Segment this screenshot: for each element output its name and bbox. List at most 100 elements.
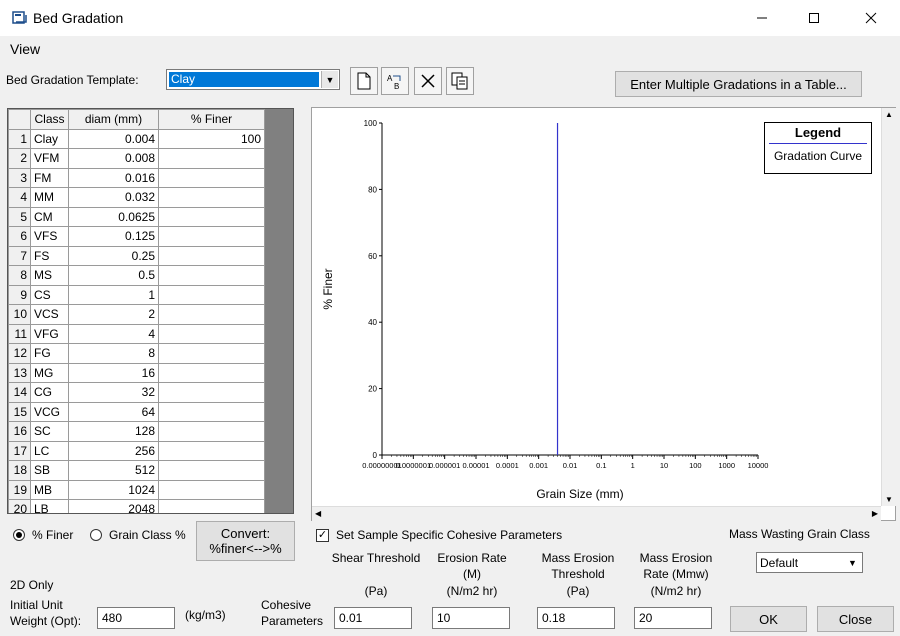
diam-cell[interactable]: 1 <box>68 284 159 305</box>
mass-wasting-select[interactable]: Default ▼ <box>756 552 863 573</box>
table-row[interactable]: 16 SC 128 <box>8 421 265 442</box>
table-row[interactable]: 2 VFM 0.008 <box>8 148 265 169</box>
close-button[interactable]: Close <box>817 606 894 632</box>
table-row[interactable]: 14 CG 32 <box>8 382 265 403</box>
finer-cell[interactable] <box>158 226 265 247</box>
finer-cell[interactable] <box>158 187 265 208</box>
diam-cell[interactable]: 0.125 <box>68 226 159 247</box>
horizontal-scrollbar[interactable]: ◀ ▶ <box>312 506 881 521</box>
class-cell[interactable]: FM <box>30 167 69 188</box>
diam-cell[interactable]: 1024 <box>68 479 159 500</box>
shear-threshold-input[interactable]: 0.01 <box>334 607 412 629</box>
class-cell[interactable]: MB <box>30 479 69 500</box>
table-row[interactable]: 9 CS 1 <box>8 284 265 305</box>
diam-cell[interactable]: 0.016 <box>68 167 159 188</box>
finer-cell[interactable] <box>158 421 265 442</box>
maximize-button[interactable] <box>791 0 837 36</box>
template-select[interactable]: Clay ▼ <box>166 69 340 90</box>
diam-cell[interactable]: 8 <box>68 343 159 364</box>
convert-button[interactable]: Convert: %finer<-->% <box>196 521 295 561</box>
diam-cell[interactable]: 512 <box>68 460 159 481</box>
finer-cell[interactable] <box>158 401 265 422</box>
finer-cell[interactable] <box>158 362 265 383</box>
diam-cell[interactable]: 0.0625 <box>68 206 159 227</box>
class-cell[interactable]: Clay <box>30 128 69 149</box>
table-row[interactable]: 3 FM 0.016 <box>8 167 265 188</box>
diam-cell[interactable]: 256 <box>68 440 159 461</box>
table-row[interactable]: 4 MM 0.032 <box>8 187 265 208</box>
diam-cell[interactable]: 0.008 <box>68 148 159 169</box>
finer-cell[interactable] <box>158 245 265 266</box>
table-row[interactable]: 19 MB 1024 <box>8 479 265 500</box>
erosion-rate-input[interactable]: 10 <box>432 607 510 629</box>
copy-template-button[interactable] <box>446 67 474 95</box>
class-cell[interactable]: VFM <box>30 148 69 169</box>
table-row[interactable]: 11 VFG 4 <box>8 323 265 344</box>
diam-cell[interactable]: 4 <box>68 323 159 344</box>
finer-radio[interactable] <box>13 529 25 541</box>
class-cell[interactable]: FG <box>30 343 69 364</box>
finer-cell[interactable] <box>158 440 265 461</box>
diam-cell[interactable]: 128 <box>68 421 159 442</box>
ok-button[interactable]: OK <box>730 606 807 632</box>
grain-class-radio[interactable] <box>90 529 102 541</box>
rename-template-button[interactable]: AB <box>381 67 409 95</box>
unit-weight-input[interactable]: 480 <box>97 607 175 629</box>
class-cell[interactable]: CS <box>30 284 69 305</box>
class-cell[interactable]: CM <box>30 206 69 227</box>
delete-template-button[interactable] <box>414 67 442 95</box>
finer-cell[interactable] <box>158 323 265 344</box>
table-row[interactable]: 15 VCG 64 <box>8 401 265 422</box>
diam-cell[interactable]: 2 <box>68 304 159 325</box>
class-cell[interactable]: VFS <box>30 226 69 247</box>
close-window-button[interactable] <box>848 0 894 36</box>
table-row[interactable]: 12 FG 8 <box>8 343 265 364</box>
enter-multiple-gradations-button[interactable]: Enter Multiple Gradations in a Table... <box>615 71 862 97</box>
table-row[interactable]: 18 SB 512 <box>8 460 265 481</box>
table-row[interactable]: 6 VFS 0.125 <box>8 226 265 247</box>
table-row[interactable]: 5 CM 0.0625 <box>8 206 265 227</box>
vertical-scrollbar[interactable]: ▲ ▼ <box>881 108 896 506</box>
finer-cell[interactable] <box>158 460 265 481</box>
finer-cell[interactable] <box>158 148 265 169</box>
finer-cell[interactable] <box>158 499 265 513</box>
class-cell[interactable]: VCG <box>30 401 69 422</box>
table-row[interactable]: 13 MG 16 <box>8 362 265 383</box>
diam-cell[interactable]: 0.5 <box>68 265 159 286</box>
class-cell[interactable]: LC <box>30 440 69 461</box>
finer-cell[interactable] <box>158 304 265 325</box>
class-cell[interactable]: VCS <box>30 304 69 325</box>
diam-cell[interactable]: 0.25 <box>68 245 159 266</box>
class-cell[interactable]: MG <box>30 362 69 383</box>
finer-cell[interactable] <box>158 206 265 227</box>
class-cell[interactable]: SC <box>30 421 69 442</box>
new-template-button[interactable] <box>350 67 378 95</box>
menu-view[interactable]: View <box>10 41 40 57</box>
class-cell[interactable]: SB <box>30 460 69 481</box>
finer-cell[interactable]: 100 <box>158 128 265 149</box>
diam-cell[interactable]: 64 <box>68 401 159 422</box>
class-cell[interactable]: MM <box>30 187 69 208</box>
mass-erosion-threshold-input[interactable]: 0.18 <box>537 607 615 629</box>
finer-cell[interactable] <box>158 479 265 500</box>
table-row[interactable]: 10 VCS 2 <box>8 304 265 325</box>
class-cell[interactable]: LB <box>30 499 69 513</box>
diam-cell[interactable]: 16 <box>68 362 159 383</box>
diam-cell[interactable]: 2048 <box>68 499 159 513</box>
diam-cell[interactable]: 32 <box>68 382 159 403</box>
table-row[interactable]: 7 FS 0.25 <box>8 245 265 266</box>
table-row[interactable]: 8 MS 0.5 <box>8 265 265 286</box>
finer-cell[interactable] <box>158 343 265 364</box>
class-cell[interactable]: VFG <box>30 323 69 344</box>
table-row[interactable]: 17 LC 256 <box>8 440 265 461</box>
class-cell[interactable]: FS <box>30 245 69 266</box>
finer-cell[interactable] <box>158 382 265 403</box>
minimize-button[interactable] <box>739 0 785 36</box>
class-cell[interactable]: CG <box>30 382 69 403</box>
class-cell[interactable]: MS <box>30 265 69 286</box>
table-row[interactable]: 20 LB 2048 <box>8 499 265 513</box>
diam-cell[interactable]: 0.004 <box>68 128 159 149</box>
mass-erosion-rate-input[interactable]: 20 <box>634 607 712 629</box>
diam-cell[interactable]: 0.032 <box>68 187 159 208</box>
finer-cell[interactable] <box>158 265 265 286</box>
